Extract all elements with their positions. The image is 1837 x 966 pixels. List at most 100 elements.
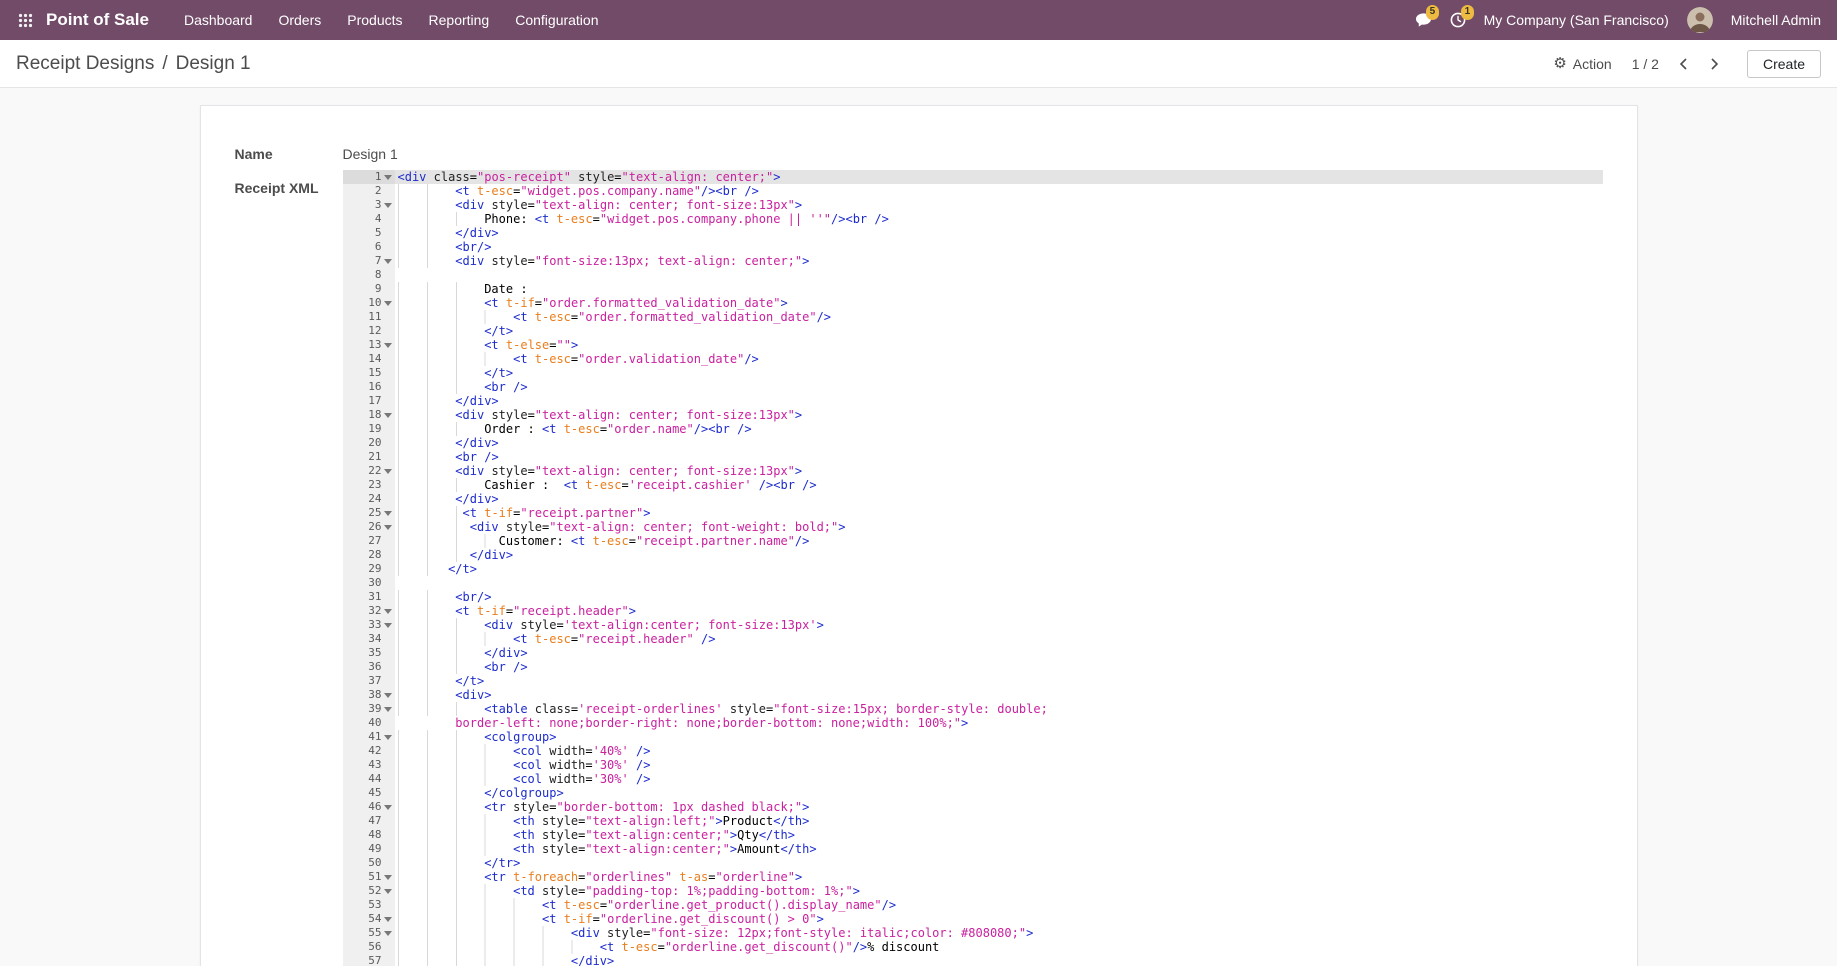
fold-toggle-icon[interactable] [382, 884, 395, 898]
code-line[interactable]: <t t-esc="widget.pos.company.name"/><br … [398, 184, 1603, 198]
fold-toggle-icon[interactable] [382, 338, 395, 352]
code-line[interactable]: <br /> [398, 450, 1603, 464]
code-line[interactable]: <col width='40%' /> [398, 744, 1603, 758]
code-line[interactable]: <t t-if="order.formatted_validation_date… [398, 296, 1603, 310]
company-switcher[interactable]: My Company (San Francisco) [1484, 12, 1669, 28]
code-line[interactable]: <div> [398, 688, 1603, 702]
code-line[interactable]: <col width='30%' /> [398, 758, 1603, 772]
nav-menu-products[interactable]: Products [334, 0, 415, 40]
code-line[interactable]: <th style="text-align:left;">Product</th… [398, 814, 1603, 828]
code-line[interactable]: <div class="pos-receipt" style="text-ali… [395, 170, 1603, 184]
fold-toggle-icon[interactable] [382, 296, 395, 310]
fold-toggle-icon[interactable] [382, 170, 395, 184]
code-line[interactable]: <div style="text-align: center; font-wei… [398, 520, 1603, 534]
code-line[interactable]: <t t-if="orderline.get_discount() > 0"> [398, 912, 1603, 926]
code-line[interactable]: <br /> [398, 660, 1603, 674]
code-line[interactable]: <t t-esc="orderline.get_discount()"/>% d… [398, 940, 1603, 954]
messages-button[interactable]: 5 [1415, 12, 1432, 28]
fold-toggle-icon[interactable] [382, 520, 395, 534]
code-line[interactable]: <br/> [398, 240, 1603, 254]
code-line[interactable]: <t t-esc="receipt.header" /> [398, 632, 1603, 646]
code-line[interactable]: <th style="text-align:center;">Qty</th> [398, 828, 1603, 842]
code-line[interactable]: border-left: none;border-right: none;bor… [398, 716, 1603, 730]
fold-toggle-icon[interactable] [382, 506, 395, 520]
fold-toggle-icon[interactable] [382, 464, 395, 478]
code-line[interactable]: </t> [398, 562, 1603, 576]
code-line[interactable]: </colgroup> [398, 786, 1603, 800]
fold-toggle-icon[interactable] [382, 870, 395, 884]
code-line[interactable]: <div style="text-align: center; font-siz… [398, 198, 1603, 212]
code-line[interactable]: </t> [398, 366, 1603, 380]
nav-menu-reporting[interactable]: Reporting [416, 0, 503, 40]
code-line[interactable]: <t t-esc="orderline.get_product().displa… [398, 898, 1603, 912]
code-line[interactable]: <t t-esc="order.validation_date"/> [398, 352, 1603, 366]
editor-code-area[interactable]: <div class="pos-receipt" style="text-ali… [395, 170, 1603, 966]
fold-toggle-icon[interactable] [382, 408, 395, 422]
code-line[interactable]: Date : [398, 282, 1603, 296]
fold-toggle-icon[interactable] [382, 800, 395, 814]
code-line[interactable]: <div style="font-size: 12px;font-style: … [398, 926, 1603, 940]
fold-toggle-icon[interactable] [382, 730, 395, 744]
code-line[interactable]: </div> [398, 548, 1603, 562]
breadcrumb-parent[interactable]: Receipt Designs [16, 53, 154, 75]
code-line[interactable]: <tr t-foreach="orderlines" t-as="orderli… [398, 870, 1603, 884]
code-line[interactable]: Phone: <t t-esc="widget.pos.company.phon… [398, 212, 1603, 226]
code-line[interactable]: <tr style="border-bottom: 1px dashed bla… [398, 800, 1603, 814]
apps-menu-button[interactable] [16, 11, 34, 29]
nav-menu-dashboard[interactable]: Dashboard [171, 0, 266, 40]
fold-toggle-icon[interactable] [382, 254, 395, 268]
fold-toggle-icon[interactable] [382, 198, 395, 212]
fold-toggle-icon[interactable] [382, 912, 395, 926]
app-name[interactable]: Point of Sale [46, 10, 149, 30]
code-line[interactable]: <div style="font-size:13px; text-align: … [398, 254, 1603, 268]
code-line[interactable]: </t> [398, 674, 1603, 688]
code-line[interactable]: <t t-if="receipt.partner"> [398, 506, 1603, 520]
pager-next-button[interactable] [1701, 51, 1727, 77]
code-line[interactable]: <th style="text-align:center;">Amount</t… [398, 842, 1603, 856]
code-line[interactable]: <table class='receipt-orderlines' style=… [398, 702, 1603, 716]
fold-toggle-icon[interactable] [382, 688, 395, 702]
avatar[interactable] [1687, 7, 1713, 33]
code-line[interactable]: <td style="padding-top: 1%;padding-botto… [398, 884, 1603, 898]
nav-menu-orders[interactable]: Orders [265, 0, 334, 40]
code-line[interactable]: <br /> [398, 380, 1603, 394]
code-line[interactable] [398, 576, 1603, 590]
fold-toggle-icon[interactable] [382, 604, 395, 618]
code-line[interactable]: </div> [398, 492, 1603, 506]
create-button[interactable]: Create [1747, 50, 1821, 78]
fold-toggle-icon[interactable] [382, 618, 395, 632]
code-token: /> [853, 940, 867, 954]
code-line[interactable]: <br/> [398, 590, 1603, 604]
code-line[interactable]: <div style="text-align: center; font-siz… [398, 464, 1603, 478]
code-line[interactable] [398, 268, 1603, 282]
fold-toggle-icon[interactable] [382, 702, 395, 716]
code-token: 40%' [600, 744, 629, 758]
code-line[interactable]: <t t-if="receipt.header"> [398, 604, 1603, 618]
code-token: /> [795, 534, 809, 548]
code-line[interactable]: </div> [398, 954, 1603, 966]
code-line[interactable]: </t> [398, 324, 1603, 338]
pager-previous-button[interactable] [1671, 51, 1697, 77]
code-line[interactable]: <t t-else=""> [398, 338, 1603, 352]
receipt-xml-editor[interactable]: 1234567891011121314151617181920212223242… [343, 170, 1603, 966]
chevron-left-icon [1679, 58, 1689, 70]
fold-toggle-icon[interactable] [382, 926, 395, 940]
pager-value[interactable]: 1 / 2 [1632, 56, 1659, 72]
code-line[interactable]: <div style="text-align: center; font-siz… [398, 408, 1603, 422]
code-line[interactable]: </div> [398, 436, 1603, 450]
user-menu[interactable]: Mitchell Admin [1731, 12, 1821, 28]
code-line[interactable]: <t t-esc="order.formatted_validation_dat… [398, 310, 1603, 324]
code-line[interactable]: </div> [398, 646, 1603, 660]
code-line[interactable]: </div> [398, 394, 1603, 408]
activities-button[interactable]: 1 [1450, 12, 1466, 28]
code-line[interactable]: Cashier : <t t-esc='receipt.cashier' /><… [398, 478, 1603, 492]
code-line[interactable]: </tr> [398, 856, 1603, 870]
code-line[interactable]: <col width='30%' /> [398, 772, 1603, 786]
code-line[interactable]: <div style='text-align:center; font-size… [398, 618, 1603, 632]
code-line[interactable]: <colgroup> [398, 730, 1603, 744]
code-line[interactable]: Customer: <t t-esc="receipt.partner.name… [398, 534, 1603, 548]
action-menu-button[interactable]: ⚙ Action [1553, 56, 1611, 72]
code-line[interactable]: Order : <t t-esc="order.name"/><br /> [398, 422, 1603, 436]
code-line[interactable]: </div> [398, 226, 1603, 240]
nav-menu-configuration[interactable]: Configuration [502, 0, 611, 40]
